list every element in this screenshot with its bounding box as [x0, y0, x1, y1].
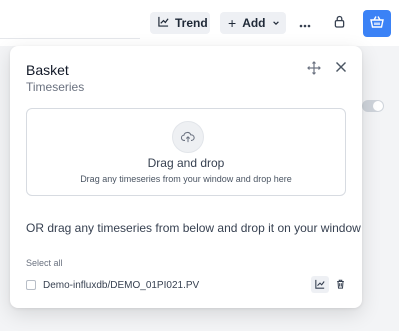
line-chart-icon [158, 16, 169, 30]
select-all-link[interactable]: Select all [26, 258, 63, 268]
timeseries-label: Demo-influxdb/DEMO_01PI021.PV [43, 279, 200, 291]
drop-zone[interactable]: Drag and drop Drag any timeseries from y… [26, 108, 346, 196]
trend-button[interactable]: Trend [150, 12, 210, 34]
divider [0, 38, 140, 39]
open-trend-button[interactable] [311, 276, 329, 293]
basket-button[interactable] [363, 10, 391, 37]
drop-zone-subtitle: Drag any timeseries from your window and… [80, 174, 292, 184]
more-options-button[interactable] [294, 12, 316, 34]
panel-subtitle: Timeseries [26, 80, 85, 94]
background-toggle[interactable] [362, 100, 384, 112]
drag-instructions: OR drag any timeseries from below and dr… [26, 221, 361, 235]
timeseries-checkbox[interactable] [26, 280, 36, 290]
drop-zone-title: Drag and drop [147, 156, 225, 170]
more-horizontal-icon [299, 15, 311, 31]
add-button[interactable]: + Add [220, 12, 286, 34]
basket-panel: Basket Timeseries Drag and drop Drag any… [10, 46, 362, 308]
move-icon[interactable] [307, 61, 321, 75]
top-toolbar: Trend + Add [0, 0, 399, 46]
panel-title: Basket [26, 62, 69, 78]
lock-icon [334, 15, 345, 31]
lock-button[interactable] [328, 12, 350, 34]
timeseries-list-item: Demo-influxdb/DEMO_01PI021.PV [26, 276, 346, 294]
delete-button[interactable] [332, 276, 348, 293]
basket-icon [370, 15, 384, 33]
add-button-label: Add [242, 16, 266, 30]
upload-icon [172, 121, 204, 153]
chevron-down-icon [272, 16, 280, 30]
close-icon[interactable] [333, 59, 349, 75]
trash-icon [336, 276, 345, 294]
line-chart-icon [315, 276, 325, 294]
plus-icon: + [228, 15, 237, 31]
trend-button-label: Trend [175, 16, 208, 30]
